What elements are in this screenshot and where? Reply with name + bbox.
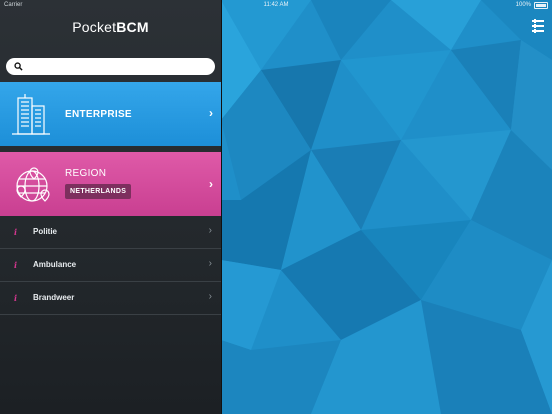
chevron-right-icon: ›	[209, 177, 213, 191]
chevron-right-icon: ›	[208, 225, 212, 236]
search-bar[interactable]	[6, 58, 215, 77]
service-list: i Politie › i Ambulance › i Brandweer ›	[0, 216, 221, 315]
brand-bold: BCM	[116, 19, 149, 35]
region-card[interactable]: REGION NETHERLANDS ›	[0, 152, 221, 216]
menu-button[interactable]	[532, 19, 544, 33]
chevron-right-icon: ›	[208, 291, 212, 302]
enterprise-label: ENTERPRISE	[65, 109, 132, 120]
app-title: PocketBCM	[0, 19, 221, 35]
info-icon: i	[14, 293, 18, 303]
battery-icon	[534, 1, 548, 9]
menu-icon	[532, 19, 544, 23]
list-item-label: Politie	[33, 227, 58, 236]
list-item-ambulance[interactable]: i Ambulance ›	[0, 249, 221, 282]
list-item-label: Ambulance	[33, 260, 77, 269]
chevron-right-icon: ›	[209, 106, 213, 120]
brand-light: Pocket	[72, 19, 117, 35]
chevron-right-icon: ›	[208, 258, 212, 269]
region-label: REGION	[65, 168, 107, 179]
battery-indicator: 100%	[516, 0, 548, 10]
list-item-brandweer[interactable]: i Brandweer ›	[0, 282, 221, 315]
enterprise-card[interactable]: ENTERPRISE ›	[0, 82, 221, 146]
search-icon	[14, 62, 23, 71]
region-value-badge: NETHERLANDS	[65, 184, 132, 199]
globe-pins-icon	[16, 167, 50, 202]
list-item-label: Brandweer	[33, 293, 75, 302]
status-bar: Carrier 11:42 AM 100%	[0, 0, 552, 10]
list-item-politie[interactable]: i Politie ›	[0, 216, 221, 249]
sidebar: PocketBCM ENTERPRISE › REGION NETHERLAND…	[0, 0, 222, 414]
search-input[interactable]	[28, 58, 212, 77]
info-icon: i	[14, 260, 18, 270]
background-pattern	[221, 0, 552, 414]
building-icon	[12, 94, 50, 135]
battery-percent: 100%	[515, 2, 531, 8]
info-icon: i	[14, 227, 18, 237]
clock: 11:42 AM	[263, 2, 289, 8]
